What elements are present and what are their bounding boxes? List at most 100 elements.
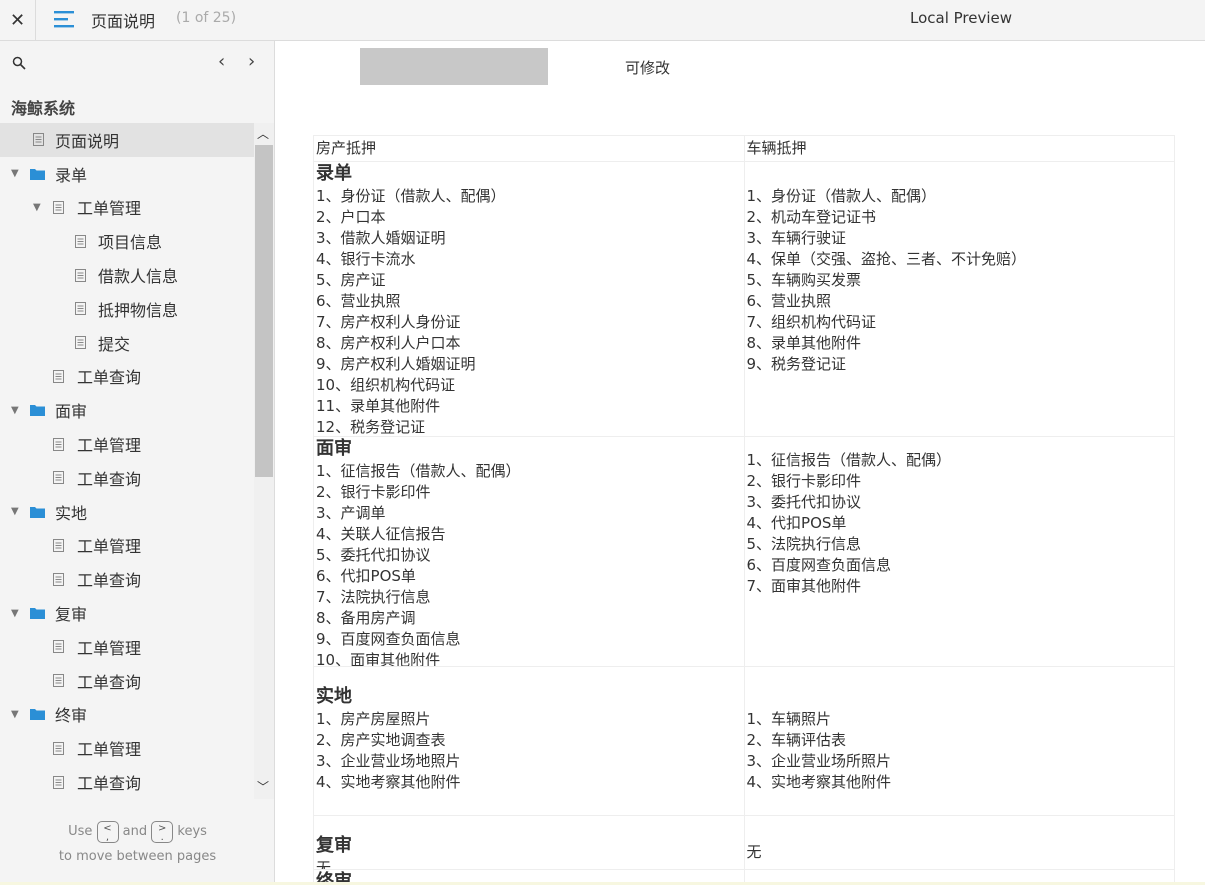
section-title: 面审 (316, 438, 352, 459)
tree-item[interactable]: 页面说明 (0, 123, 254, 157)
system-title: 海鲸系统 (11, 99, 76, 118)
tree-item[interactable]: 项目信息 (0, 224, 254, 258)
tree-item-label: 工单管理 (77, 436, 142, 456)
close-button[interactable]: ✕ (0, 0, 36, 40)
document-icon (75, 234, 86, 248)
vehicle-cell: 1、征信报告（借款人、配偶） 2、银行卡影印件 3、委托代扣协议 4、代扣POS单 5、… (745, 437, 1175, 666)
tree-item-label: 工单查询 (77, 368, 142, 388)
next-page-button[interactable]: › (248, 51, 255, 72)
tree-item-label: 提交 (98, 334, 131, 354)
tree-item-label: 工单管理 (77, 740, 142, 760)
tree-item[interactable]: ▼ 复审 (0, 596, 254, 630)
list-item: 3、车辆行驶证 (746, 229, 847, 247)
caret-down-icon[interactable]: ▼ (11, 168, 19, 179)
folder-icon (30, 506, 45, 518)
list-item: 3、企业营业场地照片 (316, 752, 461, 770)
tree-item[interactable]: ▼ 面审 (0, 393, 254, 427)
list-item: 4、保单（交强、盗抢、三者、不计免赔） (746, 250, 1027, 268)
tree-item[interactable]: 工单查询 (0, 562, 254, 596)
caret-down-icon[interactable]: ▼ (11, 709, 19, 720)
list-item: 12、税务登记证 (316, 418, 426, 436)
folder-icon (30, 405, 45, 417)
document-icon (53, 369, 64, 383)
table-row: 复审无无 (314, 816, 1175, 870)
tree-item[interactable]: 提交 (0, 326, 254, 360)
prev-page-button[interactable]: ‹ (218, 51, 225, 72)
list-item: 4、代扣POS单 (746, 514, 847, 532)
caret-down-icon[interactable]: ▼ (33, 202, 41, 213)
list-item: 8、房产权利人户口本 (316, 334, 461, 352)
list-item: 2、银行卡影印件 (316, 483, 431, 501)
tree-item[interactable]: 工单管理 (0, 630, 254, 664)
tree-item-label: 工单管理 (77, 638, 142, 658)
prev-key-icon: <, (96, 820, 119, 843)
property-cell: 面审 1、征信报告（借款人、配偶） 2、银行卡影印件 3、产调单 4、关联人征信报告 5、… (314, 437, 745, 666)
tree-item[interactable]: 工单管理 (0, 731, 254, 765)
list-item: 1、房产房屋照片 (316, 710, 431, 728)
hint-and-text: and (122, 824, 148, 839)
folder-icon (30, 168, 45, 180)
list-item: 4、实地考察其他附件 (746, 773, 892, 791)
scroll-up-icon[interactable]: ︿ (257, 125, 269, 142)
vehicle-cell: 无 (745, 816, 1175, 869)
tree-item[interactable]: 工单查询 (0, 765, 254, 799)
property-cell: 复审无 (314, 816, 745, 869)
tree-item[interactable]: 抵押物信息 (0, 292, 254, 326)
tree-item[interactable]: 工单查询 (0, 664, 254, 698)
scrollbar-thumb[interactable] (255, 145, 273, 477)
document-icon (53, 775, 64, 789)
menu-icon[interactable] (53, 8, 75, 30)
list-item: 9、百度网查负面信息 (316, 630, 461, 648)
tree-item[interactable]: 工单查询 (0, 360, 254, 394)
tree-item-label: 项目信息 (98, 233, 163, 253)
list-item: 6、百度网查负面信息 (746, 556, 892, 574)
list-item: 2、房产实地调查表 (316, 731, 446, 749)
folder-icon (30, 608, 45, 620)
table-row: 实地 1、房产房屋照片 2、房产实地调查表 3、企业营业场地照片 4、实地考察其他附件 1… (314, 667, 1175, 816)
list-item: 1、征信报告（借款人、配偶） (746, 451, 952, 469)
document-icon (53, 200, 64, 214)
tree-item[interactable]: 工单查询 (0, 461, 254, 495)
tree-item[interactable]: ▼ 实地 (0, 495, 254, 529)
search-icon[interactable] (12, 56, 26, 70)
scroll-down-icon[interactable]: ﹀ (257, 778, 269, 795)
tree-item-label: 工单查询 (77, 672, 142, 692)
document-icon (53, 437, 64, 451)
tree-item[interactable]: ▼ 工单管理 (0, 191, 254, 225)
tree-item[interactable]: ▼ 终审 (0, 698, 254, 732)
tree-item-label: 工单查询 (77, 571, 142, 591)
close-icon: ✕ (9, 9, 26, 31)
tree-item[interactable]: 借款人信息 (0, 258, 254, 292)
list-item: 7、面审其他附件 (746, 577, 862, 595)
caret-down-icon[interactable]: ▼ (11, 405, 19, 416)
caret-down-icon[interactable]: ▼ (11, 506, 19, 517)
list-item: 3、委托代扣协议 (746, 493, 862, 511)
tree-item-label: 抵押物信息 (98, 300, 179, 320)
section-title: 录单 (316, 163, 352, 184)
document-icon (53, 741, 64, 755)
list-item: 无 (746, 843, 762, 861)
tree-item[interactable]: ▼ 录单 (0, 157, 254, 191)
page-count: (1 of 25) (176, 10, 237, 26)
list-item: 2、户口本 (316, 208, 386, 226)
list-item: 7、房产权利人身份证 (316, 313, 461, 331)
tree-item[interactable]: 工单管理 (0, 529, 254, 563)
tree-item-label: 实地 (55, 503, 88, 523)
table-row: 录单 1、身份证（借款人、配偶） 2、户口本 3、借款人婚姻证明 4、银行卡流水 5、房产… (314, 162, 1175, 437)
tree-item-label: 借款人信息 (98, 267, 179, 287)
tree-item-label: 工单查询 (77, 469, 142, 489)
hint-use-text: Use (68, 824, 93, 839)
list-item: 2、车辆评估表 (746, 731, 847, 749)
tree-item[interactable]: 工单管理 (0, 427, 254, 461)
list-item: 6、营业执照 (316, 292, 401, 310)
caret-down-icon[interactable]: ▼ (11, 608, 19, 619)
materials-table: 房产抵押 车辆抵押 录单 1、身份证（借款人、配偶） 2、户口本 3、借款人婚姻证明 4… (313, 135, 1175, 885)
list-item: 1、身份证（借款人、配偶） (746, 187, 937, 205)
list-item: 6、代扣POS单 (316, 567, 416, 585)
list-item: 7、法院执行信息 (316, 588, 431, 606)
section-title: 复审 (316, 835, 352, 856)
list-item: 2、银行卡影印件 (746, 472, 862, 490)
list-item: 9、税务登记证 (746, 355, 847, 373)
list-item: 1、车辆照片 (746, 710, 832, 728)
sidebar: ‹ › 海鲸系统 页面说明 ▼ 录单 ▼ 工单管理 项目信息 借款人信息 抵押物信息 提交 工单查… (0, 41, 275, 885)
